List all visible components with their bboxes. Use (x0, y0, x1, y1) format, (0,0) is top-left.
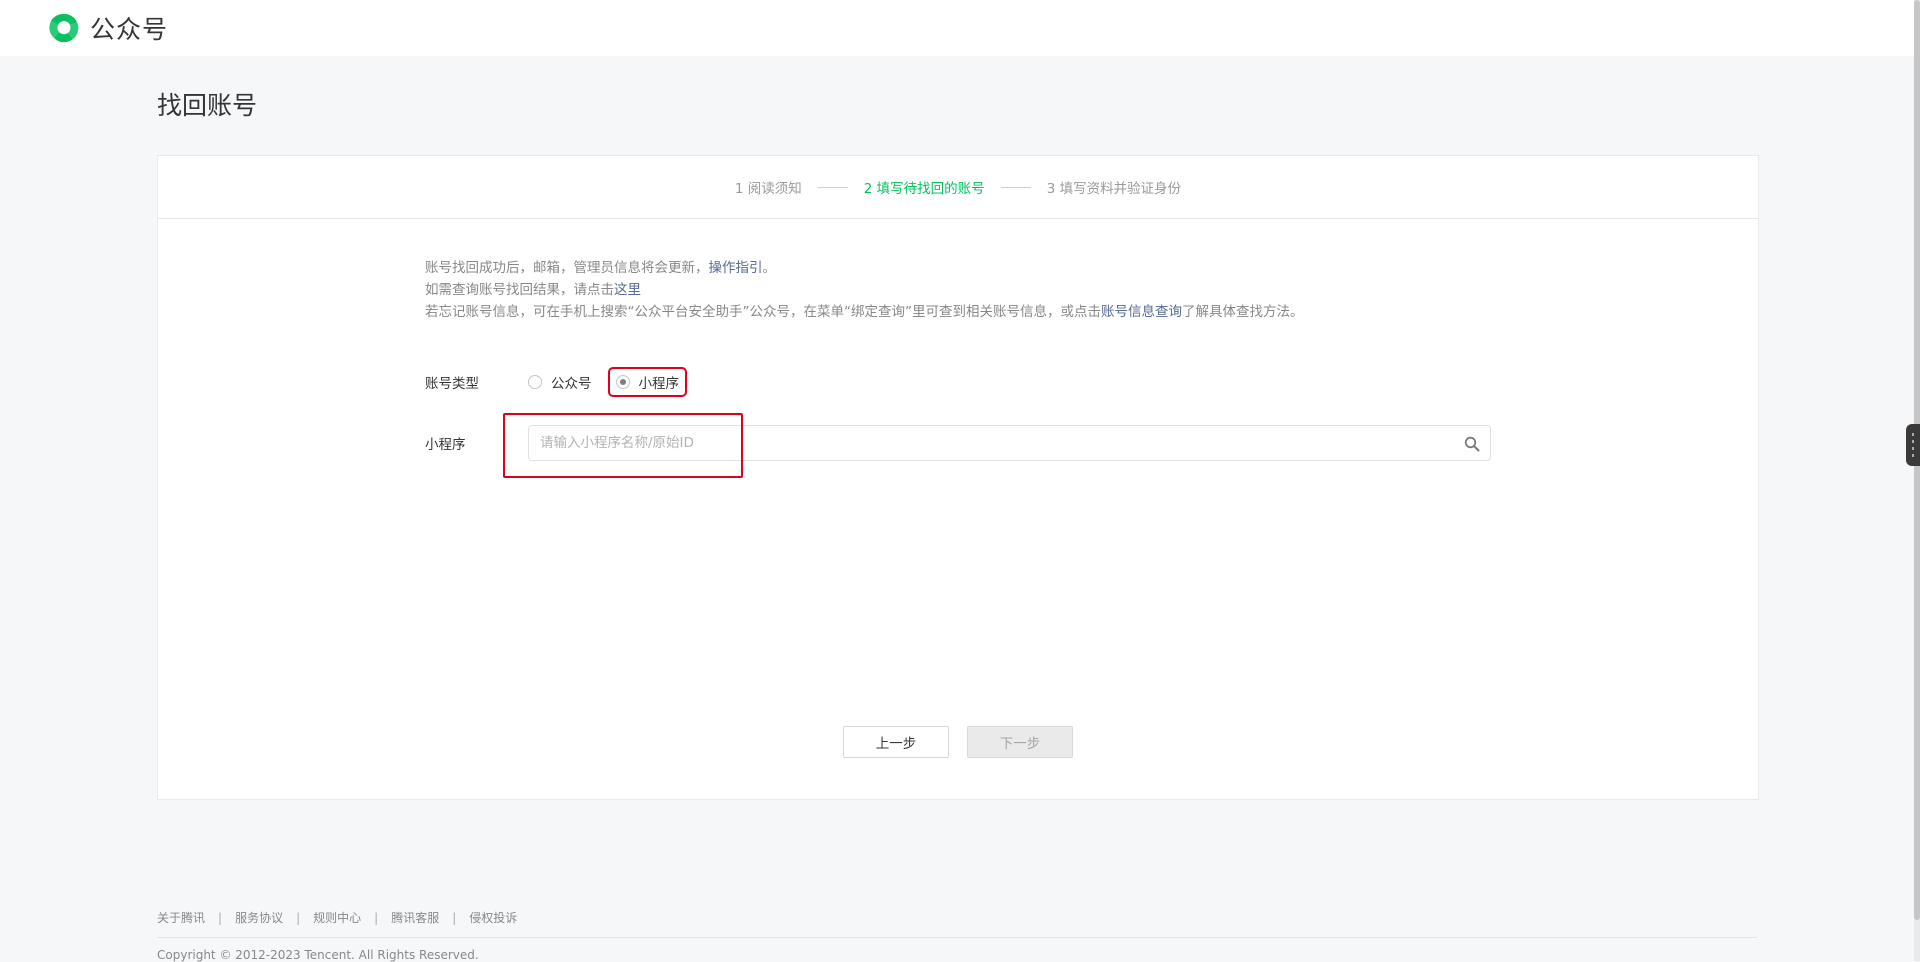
footer-separator: | (374, 910, 379, 925)
recover-account-card: 1 阅读须知 2 填写待找回的账号 3 填写资料并验证身份 账号找回成功后，邮箱… (157, 155, 1759, 800)
footer-link-infringement-report[interactable]: 侵权投诉 (469, 909, 517, 926)
page-scrollbar[interactable] (1914, 0, 1920, 961)
footer-link-service-agreement[interactable]: 服务协议 (235, 909, 283, 926)
page-title: 找回账号 (157, 91, 258, 120)
footer-link-customer-service[interactable]: 腾讯客服 (391, 909, 439, 926)
account-type-label: 账号类型 (425, 376, 479, 392)
footer-separator: | (296, 910, 301, 925)
brand-name: 公众号 (90, 15, 169, 44)
radio-unchecked-icon[interactable] (528, 375, 542, 389)
account-info-query-link[interactable]: 账号信息查询 (1101, 304, 1182, 320)
step-actions: 上一步 下一步 (158, 726, 1758, 758)
floating-side-handle[interactable] (1906, 424, 1920, 466)
radio-mini-program-label: 小程序 (638, 376, 680, 392)
step-2-active: 2 填写待找回的账号 (863, 181, 985, 197)
notice-text: 账号找回成功后，邮箱，管理员信息将会更新，操作指引。 如需查询账号找回结果，请点… (425, 257, 1303, 323)
step-connector (1000, 186, 1031, 188)
search-icon[interactable] (1464, 436, 1480, 452)
footer-divider (157, 937, 1757, 938)
radio-checked-icon[interactable] (615, 375, 630, 389)
notice-line-1-text: 账号找回成功后，邮箱，管理员信息将会更新， (425, 260, 709, 276)
footer-links: 关于腾讯 | 服务协议 | 规则中心 | 腾讯客服 | 侵权投诉 (157, 909, 517, 926)
copyright: Copyright © 2012-2023 Tencent. All Right… (157, 948, 479, 962)
radio-mini-program[interactable]: 小程序 (607, 367, 687, 397)
operation-guide-link[interactable]: 操作指引 (709, 260, 763, 276)
footer-separator: | (452, 910, 457, 925)
step-connector (817, 186, 848, 188)
footer-link-rules-center[interactable]: 规则中心 (313, 909, 361, 926)
query-result-here-link[interactable]: 这里 (614, 282, 641, 298)
footer-separator: | (218, 910, 223, 925)
step-3: 3 填写资料并验证身份 (1046, 181, 1182, 197)
notice-line-1: 账号找回成功后，邮箱，管理员信息将会更新，操作指引。 (425, 257, 1303, 279)
mini-program-search-box (528, 425, 1491, 461)
notice-line-1-end: 。 (762, 260, 777, 276)
top-bar: 公众号 (0, 0, 1914, 56)
mini-program-search-input[interactable] (529, 426, 1490, 460)
notice-line-2: 如需查询账号找回结果，请点击这里 (425, 279, 1303, 301)
mini-program-label: 小程序 (425, 437, 466, 453)
step-indicator: 1 阅读须知 2 填写待找回的账号 3 填写资料并验证身份 (158, 156, 1758, 219)
mini-program-row: 小程序 (425, 424, 1491, 462)
notice-line-3-end: 了解具体查找方法。 (1181, 304, 1304, 320)
next-step-button[interactable]: 下一步 (967, 726, 1073, 758)
notice-line-3: 若忘记账号信息，可在手机上搜索“公众平台安全助手”公众号，在菜单“绑定查询”里可… (425, 301, 1303, 323)
previous-step-button[interactable]: 上一步 (843, 726, 949, 758)
wechat-official-account-logo-icon (49, 13, 79, 43)
account-type-row: 账号类型 公众号 小程序 (425, 367, 699, 397)
notice-line-2-text: 如需查询账号找回结果，请点击 (425, 282, 614, 298)
radio-official-account[interactable]: 公众号 (528, 370, 598, 394)
footer-link-about-tencent[interactable]: 关于腾讯 (157, 909, 205, 926)
notice-line-3-text: 若忘记账号信息，可在手机上搜索“公众平台安全助手”公众号，在菜单“绑定查询”里可… (425, 304, 1101, 320)
step-1: 1 阅读须知 (734, 181, 802, 197)
brand[interactable]: 公众号 (46, 10, 168, 46)
radio-official-account-label: 公众号 (551, 376, 592, 392)
